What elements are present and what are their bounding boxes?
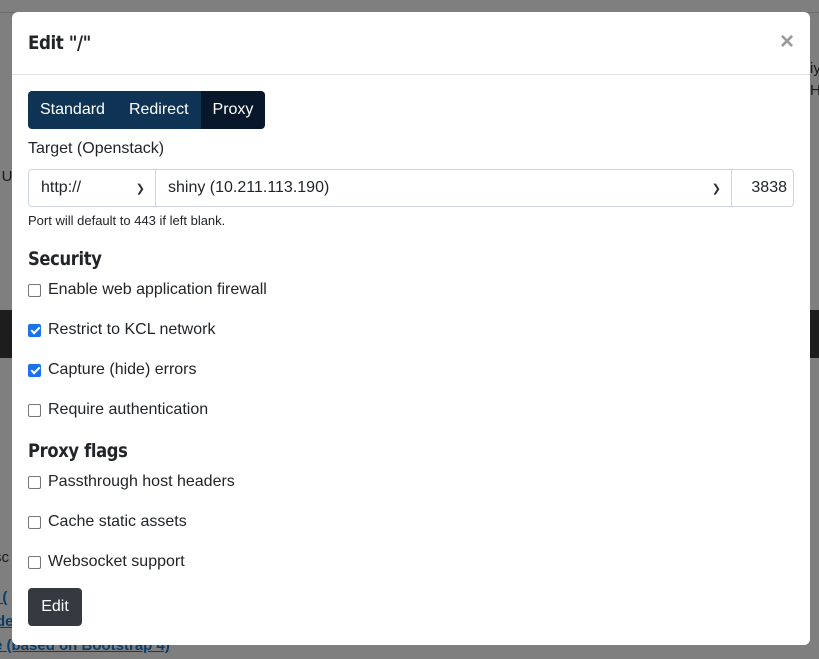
modal-header: Edit "/" ×	[12, 12, 810, 75]
checkbox[interactable]	[28, 515, 41, 529]
port-input[interactable]: 3838	[732, 169, 794, 207]
backdrop-text-left-1: c U	[0, 168, 13, 185]
host-select[interactable]: shiny (10.211.113.190) ❯	[156, 169, 732, 207]
tab-standard[interactable]: Standard	[28, 91, 117, 129]
security-options: Enable web application firewall Restrict…	[28, 280, 794, 420]
backdrop-text-left-2: sc	[0, 549, 9, 566]
checkbox[interactable]	[28, 475, 41, 489]
security-heading: Security	[28, 248, 102, 270]
backdrop-text-right-2: H	[810, 82, 819, 99]
option-cache-static-assets[interactable]: Cache static assets	[28, 512, 794, 532]
option-restrict-kcl-network[interactable]: Restrict to KCL network	[28, 320, 794, 340]
option-label: Restrict to KCL network	[48, 321, 216, 338]
option-capture-errors[interactable]: Capture (hide) errors	[28, 360, 794, 380]
mode-tab-group: Standard Redirect Proxy	[28, 91, 266, 129]
backdrop-link-1[interactable]: l (	[0, 589, 7, 606]
scheme-value: http://	[41, 179, 82, 196]
port-help-text: Port will default to 443 if left blank.	[28, 213, 226, 228]
checkbox-checked[interactable]	[28, 323, 41, 337]
scheme-select[interactable]: http:// ❯	[28, 169, 156, 207]
edit-route-modal: Edit "/" × Standard Redirect Proxy Targe…	[12, 12, 810, 645]
target-input-group: http:// ❯ shiny (10.211.113.190) ❯ 3838	[28, 169, 794, 207]
proxy-flag-options: Passthrough host headers Cache static as…	[28, 472, 794, 572]
option-label: Require authentication	[48, 401, 209, 418]
option-label: Websocket support	[48, 553, 185, 570]
checkbox[interactable]	[28, 403, 41, 417]
backdrop-text-right-1: iy	[810, 60, 819, 77]
option-passthrough-host-headers[interactable]: Passthrough host headers	[28, 472, 794, 492]
option-label: Passthrough host headers	[48, 473, 235, 490]
proxy-flags-heading: Proxy flags	[28, 440, 128, 462]
chevron-down-icon: ❯	[135, 182, 145, 195]
tab-proxy[interactable]: Proxy	[200, 91, 266, 129]
tab-redirect[interactable]: Redirect	[116, 91, 201, 129]
target-label: Target (Openstack)	[28, 140, 165, 157]
checkbox[interactable]	[28, 555, 41, 569]
option-websocket-support[interactable]: Websocket support	[28, 552, 794, 572]
modal-title: Edit "/"	[28, 32, 91, 54]
option-enable-waf[interactable]: Enable web application firewall	[28, 280, 794, 300]
option-label: Enable web application firewall	[48, 281, 267, 298]
option-label: Capture (hide) errors	[48, 361, 197, 378]
option-label: Cache static assets	[48, 513, 187, 530]
option-require-auth[interactable]: Require authentication	[28, 400, 794, 420]
modal-body: Standard Redirect Proxy Target (Openstac…	[12, 75, 810, 626]
close-icon[interactable]: ×	[780, 30, 794, 54]
host-value: shiny (10.211.113.190)	[168, 179, 330, 196]
checkbox[interactable]	[28, 283, 41, 297]
edit-submit-button[interactable]: Edit	[28, 588, 82, 626]
checkbox-checked[interactable]	[28, 363, 41, 377]
chevron-down-icon: ❯	[711, 182, 721, 195]
